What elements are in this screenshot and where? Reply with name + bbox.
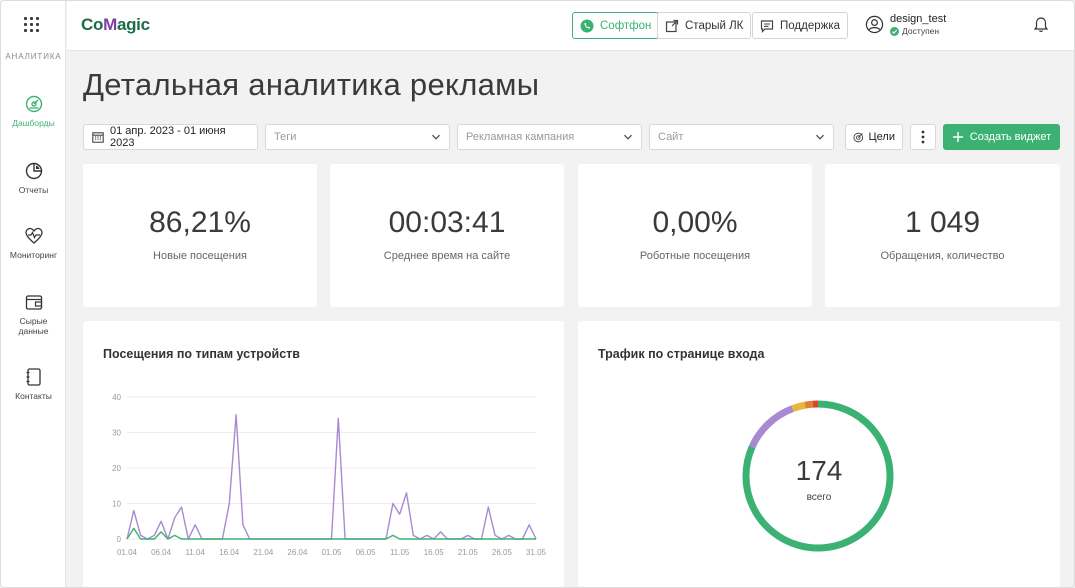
x-tick-label: 06.05 xyxy=(356,548,377,557)
target-icon xyxy=(853,132,864,142)
kpi-value: 86,21% xyxy=(149,206,251,239)
sidebar-item-dashboards[interactable]: Дашборды xyxy=(1,94,66,128)
x-tick-label: 21.04 xyxy=(253,548,274,557)
kpi-card-new-visits[interactable]: 86,21% Новые посещения xyxy=(83,164,317,307)
x-tick-label: 11.04 xyxy=(185,548,205,557)
x-tick-label: 01.05 xyxy=(321,548,342,557)
chevron-down-icon xyxy=(624,134,632,140)
support-button[interactable]: Поддержка xyxy=(752,12,848,39)
sidebar: АНАЛИТИКА Дашборды Отчеты Мониторинг Сыр… xyxy=(1,1,66,587)
x-tick-label: 06.04 xyxy=(151,548,172,557)
softphone-button[interactable]: Софтфон xyxy=(572,12,660,39)
goals-label: Цели xyxy=(868,131,895,143)
y-tick-label: 40 xyxy=(112,393,121,402)
tags-placeholder: Теги xyxy=(274,131,297,143)
user-avatar-icon xyxy=(865,15,884,34)
calendar-icon xyxy=(92,132,104,143)
donut-slice-2[interactable] xyxy=(791,401,806,412)
dashboard-icon xyxy=(25,95,42,113)
date-range-value: 01 апр. 2023 - 01 июня 2023 xyxy=(110,125,226,149)
site-placeholder: Сайт xyxy=(658,131,684,143)
support-label: Поддержка xyxy=(780,19,840,32)
x-tick-label: 16.05 xyxy=(424,548,445,557)
sidebar-item-label: Отчеты xyxy=(18,185,49,195)
old-lk-label: Старый ЛК xyxy=(685,19,744,32)
goals-button[interactable]: Цели xyxy=(845,124,903,150)
kpi-value: 00:03:41 xyxy=(388,206,506,239)
device-visits-card[interactable]: Посещения по типам устройств 0 10 20 30 40 01… xyxy=(83,321,564,587)
x-tick-label: 21.05 xyxy=(458,548,479,557)
donut-slice-3[interactable] xyxy=(804,400,814,409)
softphone-label: Софтфон xyxy=(600,19,652,32)
series-line-0[interactable] xyxy=(126,414,537,540)
sidebar-item-label: Контакты xyxy=(15,391,52,401)
date-range-picker[interactable]: 01 апр. 2023 - 01 июня 2023 xyxy=(83,124,258,150)
campaign-select[interactable]: Рекламная кампания xyxy=(457,124,642,150)
sidebar-item-label: Дашборды xyxy=(12,118,55,128)
sidebar-item-label: Мониторинг xyxy=(9,250,58,260)
page-title: Детальная аналитика рекламы xyxy=(83,67,540,102)
kpi-card-avg-time[interactable]: 00:03:41 Среднее время на сайте xyxy=(330,164,564,307)
contacts-book-icon xyxy=(26,368,41,386)
chevron-down-icon xyxy=(816,134,824,140)
user-status: Доступен xyxy=(890,26,946,36)
x-tick-label: 16.04 xyxy=(219,548,240,557)
wallet-icon xyxy=(25,295,42,310)
campaign-placeholder: Рекламная кампания xyxy=(466,131,575,143)
more-options-button[interactable] xyxy=(910,124,936,150)
plus-icon xyxy=(952,132,963,142)
old-lk-button[interactable]: Старый ЛК xyxy=(657,12,752,39)
chat-icon xyxy=(760,19,774,33)
kpi-label: Среднее время на сайте xyxy=(383,250,511,262)
user-menu[interactable]: design_test Доступен xyxy=(865,13,946,36)
chevron-down-icon xyxy=(432,134,440,140)
sidebar-item-raw-data[interactable]: Сырые данные xyxy=(1,292,66,336)
create-widget-button[interactable]: Создать виджет xyxy=(943,124,1060,150)
site-select[interactable]: Сайт xyxy=(649,124,834,150)
donut-slice-1[interactable] xyxy=(748,405,794,449)
heart-pulse-icon xyxy=(24,227,43,244)
kpi-value: 0,00% xyxy=(652,206,738,239)
y-tick-label: 20 xyxy=(112,464,121,473)
x-tick-label: 31.05 xyxy=(526,548,547,557)
x-tick-label: 26.04 xyxy=(287,548,308,557)
apps-grid-icon[interactable] xyxy=(24,17,40,33)
sidebar-item-monitoring[interactable]: Мониторинг xyxy=(1,226,66,260)
tags-select[interactable]: Теги xyxy=(265,124,450,150)
app-frame: АНАЛИТИКА Дашборды Отчеты Мониторинг Сыр… xyxy=(0,0,1075,588)
sidebar-item-label: Сырые данные xyxy=(18,316,49,336)
pie-chart-icon xyxy=(25,162,42,180)
y-tick-label: 30 xyxy=(112,429,121,438)
line-chart: 0 10 20 30 40 01.04 06.04 11.04 16.04 21.04 26.04 0… xyxy=(112,393,547,557)
x-tick-label: 01.04 xyxy=(117,548,138,557)
kebab-menu-icon xyxy=(921,130,925,144)
donut-total-label: всего xyxy=(806,492,832,503)
logo[interactable]: CoMagic xyxy=(81,15,150,35)
bell-icon[interactable] xyxy=(1033,16,1049,34)
user-status-label: Доступен xyxy=(902,26,940,36)
topbar: CoMagic Софтфон Старый ЛК Поддержка desi… xyxy=(67,1,1074,51)
external-link-icon xyxy=(665,19,679,32)
username: design_test xyxy=(890,13,947,25)
kpi-label: Обращения, количество xyxy=(880,250,1005,262)
create-widget-label: Создать виджет xyxy=(969,131,1052,143)
status-check-icon xyxy=(890,26,899,36)
sidebar-item-contacts[interactable]: Контакты xyxy=(1,367,66,401)
phone-icon xyxy=(580,19,594,32)
x-tick-label: 26.05 xyxy=(492,548,513,557)
kpi-card-requests[interactable]: 1 049 Обращения, количество xyxy=(825,164,1060,307)
y-tick-label: 10 xyxy=(112,500,121,509)
donut-total: 174 xyxy=(795,455,843,486)
kpi-card-robot-visits[interactable]: 0,00% Роботные посещения xyxy=(578,164,812,307)
y-tick-label: 0 xyxy=(117,535,122,544)
x-tick-label: 11.05 xyxy=(390,548,410,557)
kpi-label: Роботные посещения xyxy=(639,250,751,262)
kpi-label: Новые посещения xyxy=(153,250,247,262)
sidebar-item-reports[interactable]: Отчеты xyxy=(1,161,66,195)
landing-page-traffic-card[interactable]: Трафик по странице входа 174 всего xyxy=(578,321,1060,587)
sidebar-section-label: АНАЛИТИКА xyxy=(5,52,62,61)
kpi-value: 1 049 xyxy=(904,206,981,239)
